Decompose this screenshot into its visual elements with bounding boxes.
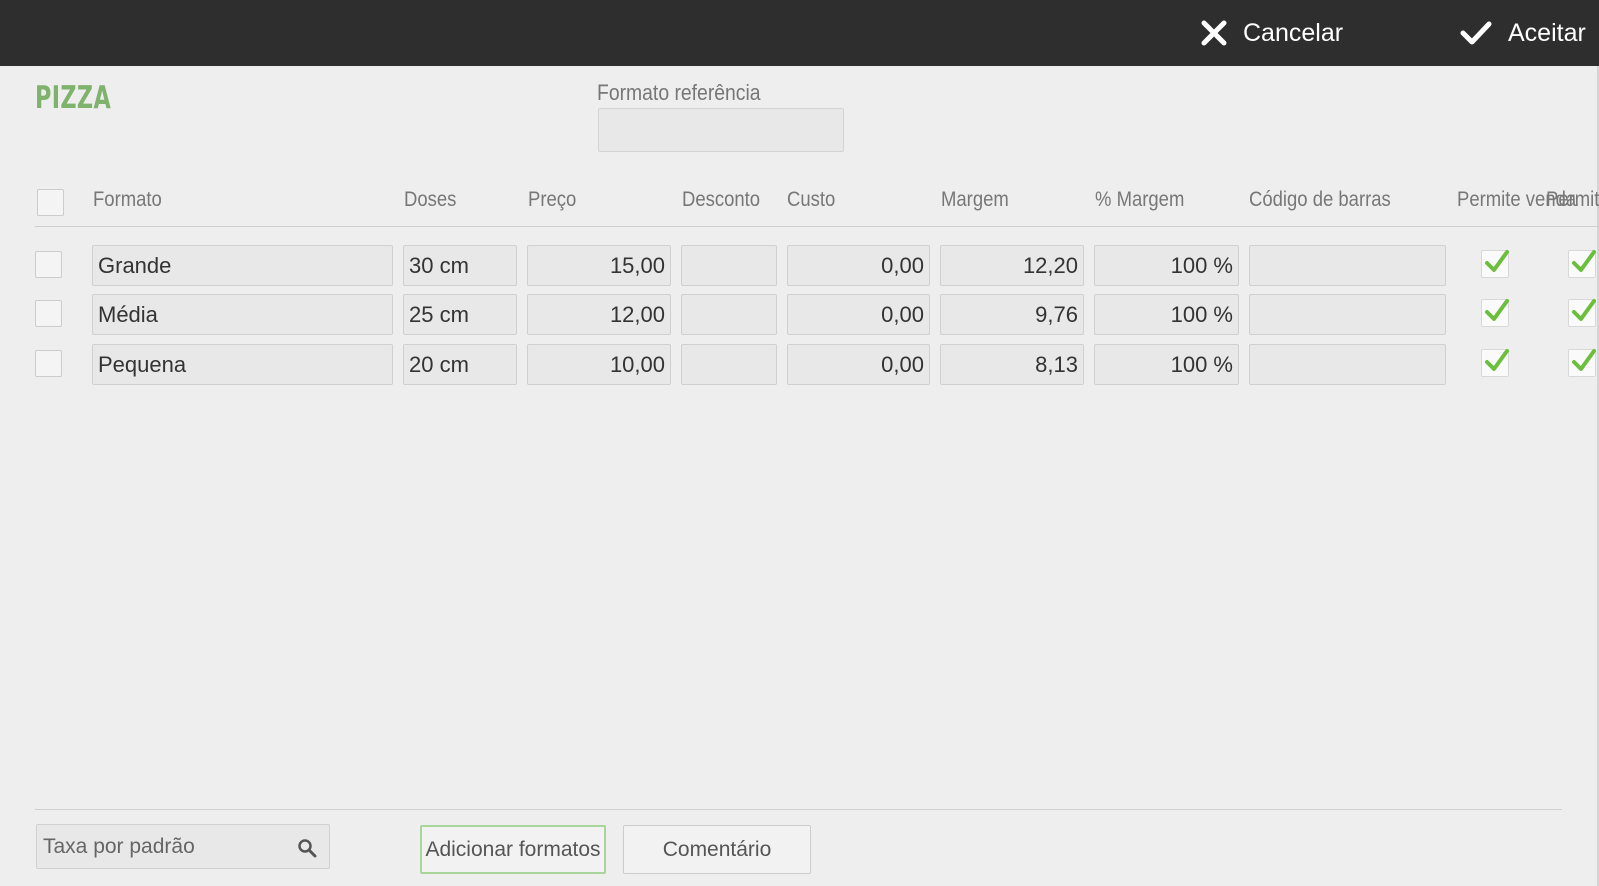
permite-2-checkbox[interactable]	[1568, 349, 1596, 377]
header-doses: Doses	[404, 188, 457, 211]
tax-selector[interactable]	[36, 824, 330, 869]
header-desconto: Desconto	[682, 188, 761, 211]
check-icon	[1485, 299, 1509, 321]
doses-field[interactable]: 25 cm	[403, 294, 517, 335]
cancel-label: Cancelar	[1243, 18, 1344, 47]
formato-field[interactable]: Média	[92, 294, 393, 335]
permite-2-checkbox[interactable]	[1568, 250, 1596, 278]
margem-field[interactable]: 8,13	[940, 344, 1084, 385]
header-margem: Margem	[941, 188, 1009, 211]
formato-field[interactable]: Pequena	[92, 344, 393, 385]
check-icon	[1460, 20, 1492, 46]
comment-button[interactable]: Comentário	[623, 825, 811, 874]
permite-venda-checkbox[interactable]	[1481, 349, 1509, 377]
preco-field[interactable]: 15,00	[527, 245, 671, 286]
pct-margem-field[interactable]: 100 %	[1094, 245, 1239, 286]
check-icon	[1572, 250, 1596, 272]
reference-format-input[interactable]	[598, 108, 844, 152]
row-checkbox[interactable]	[35, 350, 62, 377]
reference-format-label: Formato referência	[597, 80, 761, 105]
top-bar: Cancelar Aceitar	[0, 0, 1599, 66]
tax-search-input[interactable]	[37, 825, 289, 868]
doses-field[interactable]: 30 cm	[403, 245, 517, 286]
codigo-barras-field[interactable]	[1249, 344, 1446, 385]
header-formato: Formato	[93, 188, 162, 211]
cancel-button[interactable]: Cancelar	[1201, 0, 1343, 66]
margem-field[interactable]: 12,20	[940, 245, 1084, 286]
permite-2-checkbox[interactable]	[1568, 299, 1596, 327]
custo-field[interactable]: 0,00	[787, 294, 930, 335]
header-pct-margem: % Margem	[1095, 188, 1185, 211]
custo-field[interactable]: 0,00	[787, 245, 930, 286]
footer-divider	[35, 809, 1562, 810]
check-icon	[1572, 299, 1596, 321]
desconto-field[interactable]	[681, 344, 777, 385]
codigo-barras-field[interactable]	[1249, 294, 1446, 335]
row-checkbox[interactable]	[35, 251, 62, 278]
header-divider	[35, 226, 1599, 227]
row-checkbox[interactable]	[35, 300, 62, 327]
select-all-checkbox[interactable]	[37, 189, 64, 216]
check-icon	[1572, 349, 1596, 371]
search-icon[interactable]	[297, 838, 317, 858]
close-icon	[1201, 20, 1227, 46]
permite-venda-checkbox[interactable]	[1481, 250, 1509, 278]
formato-field[interactable]: Grande	[92, 245, 393, 286]
header-permite-2: Permit	[1546, 188, 1599, 211]
check-icon	[1485, 349, 1509, 371]
desconto-field[interactable]	[681, 294, 777, 335]
add-formats-button[interactable]: Adicionar formatos	[420, 825, 606, 874]
doses-field[interactable]: 20 cm	[403, 344, 517, 385]
custo-field[interactable]: 0,00	[787, 344, 930, 385]
codigo-barras-field[interactable]	[1249, 245, 1446, 286]
margem-field[interactable]: 9,76	[940, 294, 1084, 335]
pct-margem-field[interactable]: 100 %	[1094, 294, 1239, 335]
header-custo: Custo	[787, 188, 836, 211]
desconto-field[interactable]	[681, 245, 777, 286]
header-preco: Preço	[528, 188, 577, 211]
accept-button[interactable]: Aceitar	[1460, 0, 1586, 66]
accept-label: Aceitar	[1508, 18, 1586, 47]
pct-margem-field[interactable]: 100 %	[1094, 344, 1239, 385]
permite-venda-checkbox[interactable]	[1481, 299, 1509, 327]
preco-field[interactable]: 12,00	[527, 294, 671, 335]
check-icon	[1485, 250, 1509, 272]
header-codigo-barras: Código de barras	[1249, 188, 1391, 211]
product-title: PIZZA	[35, 80, 112, 116]
preco-field[interactable]: 10,00	[527, 344, 671, 385]
